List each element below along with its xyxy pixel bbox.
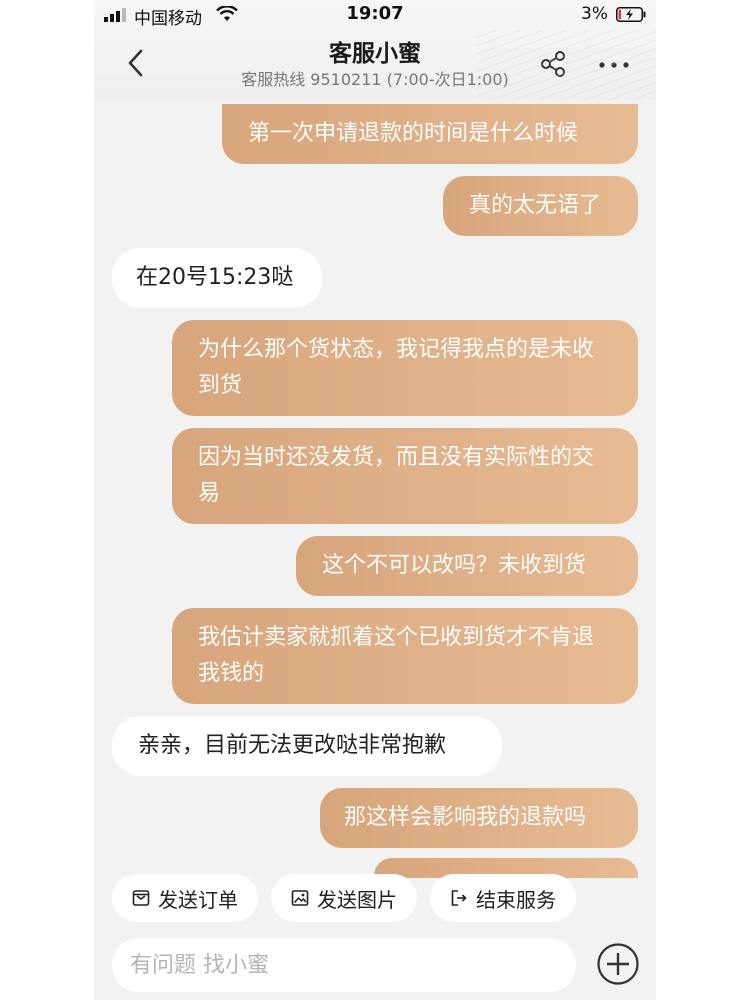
message-outgoing: 为什么那个货状态，我记得我点的是未收到货 xyxy=(172,320,638,416)
message-outgoing: 因为当时还没发货，而且没有实际性的交易 xyxy=(172,428,638,524)
battery-percent: 3% xyxy=(581,4,608,24)
order-icon xyxy=(132,890,150,906)
status-time: 19:07 xyxy=(346,3,404,24)
status-bar: 中国移动 19:07 3% xyxy=(94,0,656,30)
plus-circle-icon[interactable] xyxy=(596,942,640,986)
input-bar xyxy=(94,926,656,1000)
message-outgoing: 这个不可以改吗？未收到货 xyxy=(296,536,638,596)
share-icon[interactable] xyxy=(538,49,568,79)
send-order-button[interactable]: 发送订单 xyxy=(112,874,258,922)
more-dots-icon[interactable] xyxy=(598,59,630,71)
message-outgoing: 第一次申请退款的时间是什么时候 xyxy=(222,104,638,164)
message-input[interactable] xyxy=(112,938,576,992)
header: 中国移动 19:07 3% 客服小蜜 客服热线 9510211 (7:00-次日… xyxy=(94,0,656,100)
exit-icon xyxy=(451,890,467,906)
message-incoming: 在20号15:23哒 xyxy=(112,248,322,308)
message-outgoing: 我估计卖家就抓着这个已收到货才不肯退我钱的 xyxy=(172,608,638,704)
image-icon xyxy=(291,890,309,906)
end-service-label: 结束服务 xyxy=(476,887,556,912)
message-outgoing: 真的太无语了 xyxy=(443,176,638,236)
hotline-subtitle: 客服热线 9510211 (7:00-次日1:00) xyxy=(241,70,509,89)
send-image-button[interactable]: 发送图片 xyxy=(271,874,417,922)
phone-screen: 中国移动 19:07 3% 客服小蜜 客服热线 9510211 (7:00-次日… xyxy=(94,0,656,1000)
page-title: 客服小蜜 xyxy=(329,41,421,67)
send-image-label: 发送图片 xyxy=(317,887,397,912)
battery-charging-icon xyxy=(616,7,646,22)
message-outgoing: 那这样会影响我的退款吗 xyxy=(320,788,638,848)
send-order-label: 发送订单 xyxy=(158,887,238,912)
message-incoming: 亲亲，目前无法更改哒非常抱歉 xyxy=(112,716,502,776)
end-service-button[interactable]: 结束服务 xyxy=(430,874,576,922)
